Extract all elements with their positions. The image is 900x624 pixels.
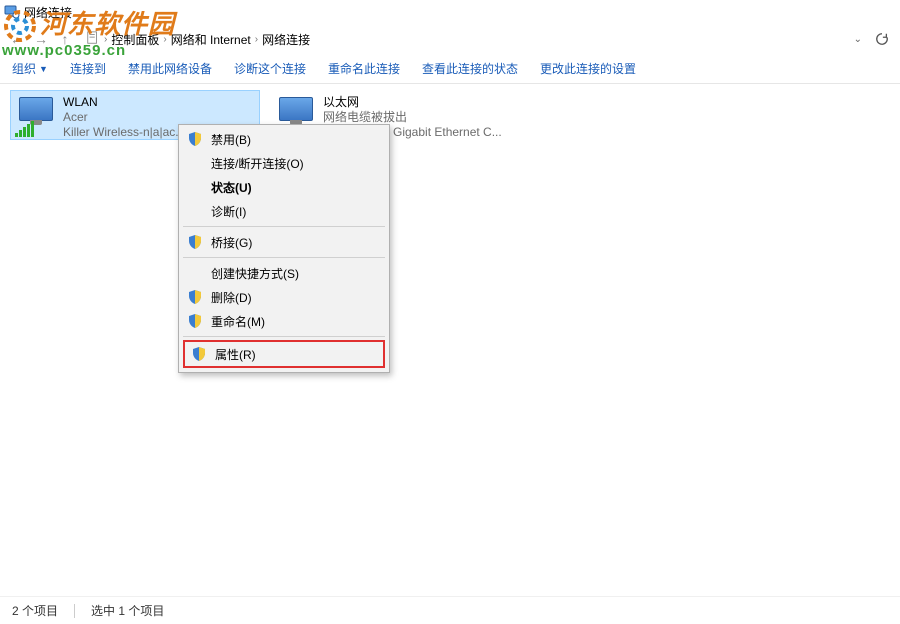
blank-icon <box>187 265 203 281</box>
cmd-diagnose[interactable]: 诊断这个连接 <box>234 60 306 77</box>
crumb-network-internet[interactable]: 网络和 Internet <box>171 31 251 48</box>
connection-sub1: 网络电缆被拔出 <box>323 110 502 125</box>
window-title: 网络连接 <box>24 4 72 21</box>
shield-icon <box>187 234 203 250</box>
address-bar: ← → ↑ › 控制面板 › 网络和 Internet › 网络连接 ⌄ <box>0 24 900 54</box>
crumb-control-panel[interactable]: 控制面板 <box>111 31 159 48</box>
blank-icon <box>187 203 203 219</box>
back-button[interactable]: ← <box>6 28 28 50</box>
shield-icon <box>191 346 207 362</box>
menu-label: 删除(D) <box>211 289 252 306</box>
forward-button[interactable]: → <box>30 28 52 50</box>
status-count: 2 个项目 <box>12 602 58 619</box>
title-bar: 网络连接 <box>0 0 900 24</box>
menu-separator <box>183 336 385 337</box>
menu-label: 禁用(B) <box>211 131 251 148</box>
menu-shortcut[interactable]: 创建快捷方式(S) <box>181 261 387 285</box>
menu-status[interactable]: 状态(U) <box>181 175 387 199</box>
chevron-down-icon: ▼ <box>39 64 48 74</box>
menu-label: 重命名(M) <box>211 313 265 330</box>
refresh-button[interactable] <box>870 27 894 51</box>
cmd-viewstatus[interactable]: 查看此连接的状态 <box>422 60 518 77</box>
shield-icon <box>187 289 203 305</box>
menu-disable[interactable]: 禁用(B) <box>181 127 387 151</box>
shield-icon <box>187 131 203 147</box>
menu-separator <box>183 226 385 227</box>
menu-bridge[interactable]: 桥接(G) <box>181 230 387 254</box>
up-button[interactable]: ↑ <box>54 28 76 50</box>
connections-list: WLAN Acer Killer Wireless-n|a|ac... 以太网 … <box>10 90 890 140</box>
connection-name: 以太网 <box>323 95 502 110</box>
crumb-network-connections[interactable]: 网络连接 <box>262 31 310 48</box>
doc-icon <box>86 31 100 48</box>
chevron-right-icon: › <box>104 34 107 45</box>
context-menu: 禁用(B) 连接/断开连接(O) 状态(U) 诊断(I) 桥接(G) 创建快捷方… <box>178 124 390 373</box>
menu-properties-highlight: 属性(R) <box>183 340 385 368</box>
status-bar: 2 个项目 选中 1 个项目 <box>0 596 900 624</box>
connection-name: WLAN <box>63 95 185 110</box>
cmd-rename[interactable]: 重命名此连接 <box>328 60 400 77</box>
window-icon <box>4 4 20 20</box>
menu-connect[interactable]: 连接/断开连接(O) <box>181 151 387 175</box>
connection-sub2: Killer Wireless-n|a|ac... <box>63 125 185 140</box>
cmd-organize[interactable]: 组织▼ <box>12 60 48 77</box>
cmd-connect[interactable]: 连接到 <box>70 60 106 77</box>
menu-diagnose[interactable]: 诊断(I) <box>181 199 387 223</box>
blank-icon <box>187 179 203 195</box>
menu-properties[interactable]: 属性(R) <box>185 342 383 366</box>
address-dropdown[interactable]: ⌄ <box>852 34 864 45</box>
breadcrumb[interactable]: › 控制面板 › 网络和 Internet › 网络连接 <box>82 27 846 51</box>
command-bar: 组织▼ 连接到 禁用此网络设备 诊断这个连接 重命名此连接 查看此连接的状态 更… <box>0 54 900 84</box>
menu-label: 创建快捷方式(S) <box>211 265 299 282</box>
menu-label: 桥接(G) <box>211 234 252 251</box>
menu-separator <box>183 257 385 258</box>
menu-label: 诊断(I) <box>211 203 246 220</box>
status-selected: 选中 1 个项目 <box>91 602 164 619</box>
menu-rename[interactable]: 重命名(M) <box>181 309 387 333</box>
nav-arrows: ← → ↑ <box>6 28 76 50</box>
menu-label: 状态(U) <box>211 179 252 196</box>
connection-sub1: Acer <box>63 110 185 125</box>
status-separator <box>74 604 75 618</box>
connection-text: WLAN Acer Killer Wireless-n|a|ac... <box>63 95 185 140</box>
menu-label: 属性(R) <box>215 346 256 363</box>
content-area: WLAN Acer Killer Wireless-n|a|ac... 以太网 … <box>0 84 900 594</box>
chevron-right-icon: › <box>163 34 166 45</box>
chevron-right-icon: › <box>255 34 258 45</box>
menu-delete[interactable]: 删除(D) <box>181 285 387 309</box>
shield-icon <box>187 313 203 329</box>
cmd-disable[interactable]: 禁用此网络设备 <box>128 60 212 77</box>
blank-icon <box>187 155 203 171</box>
menu-label: 连接/断开连接(O) <box>211 155 304 172</box>
wifi-icon <box>15 95 57 137</box>
cmd-change[interactable]: 更改此连接的设置 <box>540 60 636 77</box>
